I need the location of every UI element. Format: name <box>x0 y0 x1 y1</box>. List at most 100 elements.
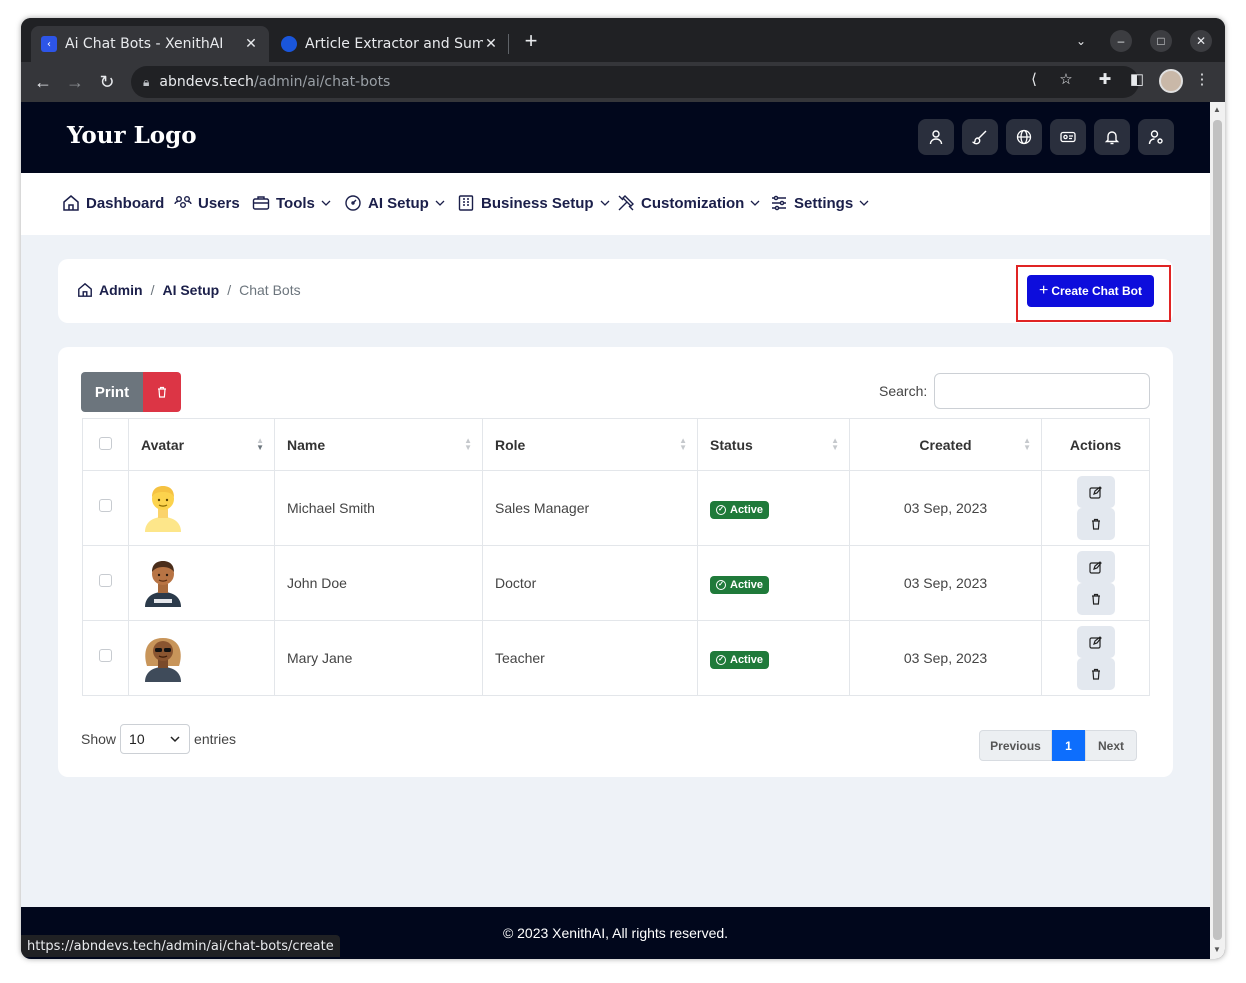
address-bar[interactable]: 🔒︎ abndevs.tech/admin/ai/chat-bots <box>131 66 1139 98</box>
row-checkbox[interactable] <box>99 499 112 512</box>
user-settings-icon[interactable] <box>1138 119 1174 155</box>
site-logo[interactable]: Your Logo <box>67 122 197 149</box>
column-header-avatar[interactable]: Avatar ▲ ▼ <box>128 418 275 471</box>
paint-brush-icon[interactable] <box>962 119 998 155</box>
page-length-select[interactable]: 10 <box>120 724 191 754</box>
trash-icon <box>158 386 166 398</box>
bell-icon[interactable] <box>1094 119 1130 155</box>
xenith-favicon-icon: ‹ <box>41 36 57 52</box>
scroll-up-icon[interactable]: ▲ <box>1213 105 1221 114</box>
delete-button[interactable] <box>1076 508 1115 540</box>
column-header-name[interactable]: Name ▲ ▼ <box>274 418 483 471</box>
nav-label: Tools <box>276 194 315 212</box>
delete-button[interactable] <box>1076 583 1115 615</box>
url-path: /admin/ai/chat-bots <box>253 74 391 90</box>
gauge-icon <box>345 195 361 211</box>
breadcrumb-separator: / <box>150 282 155 298</box>
status-text: Active <box>730 653 764 666</box>
show-label: Show <box>81 731 117 747</box>
user-icon[interactable] <box>918 119 954 155</box>
chevron-down-icon <box>170 736 180 743</box>
column-label: Avatar <box>141 436 185 453</box>
globe-icon[interactable] <box>1006 119 1042 155</box>
row-checkbox[interactable] <box>99 649 112 662</box>
select-all-checkbox[interactable] <box>99 436 112 450</box>
nav-label: Business Setup <box>481 194 594 212</box>
chevron-down-icon <box>750 200 760 206</box>
close-window-icon[interactable]: ✕ <box>1190 30 1212 52</box>
chat-bots-table: Avatar ▲ ▼ Name ▲ ▼ Role ▲ ▼ Status ▲ ▼ Created ▲… <box>82 418 1150 696</box>
edit-button[interactable] <box>1076 626 1115 658</box>
nav-users[interactable]: Users <box>174 194 240 212</box>
page-1-button[interactable]: 1 <box>1052 730 1085 761</box>
bookmark-star-icon[interactable]: ☆ <box>1055 70 1077 88</box>
actions-cell <box>1041 545 1150 621</box>
row-select-cell <box>82 470 129 546</box>
nav-dashboard[interactable]: Dashboard <box>62 194 164 212</box>
profile-avatar[interactable] <box>1159 69 1183 93</box>
page-scrollbar[interactable]: ▲ ▼ <box>1210 102 1225 959</box>
menu-kebab-icon[interactable]: ⋮ <box>1191 70 1213 88</box>
sort-icon: ▲ ▼ <box>256 436 264 452</box>
row-checkbox[interactable] <box>99 574 112 587</box>
nav-customization[interactable]: Customization <box>617 194 761 212</box>
minimize-icon[interactable]: – <box>1110 30 1132 52</box>
breadcrumb-current: Chat Bots <box>239 282 301 298</box>
column-header-created[interactable]: Created ▲ ▼ <box>849 418 1042 471</box>
share-icon[interactable]: ⟨ <box>1023 70 1045 88</box>
breadcrumb-ai-setup[interactable]: AI Setup <box>162 282 219 298</box>
pagination: Previous 1 Next <box>979 730 1137 761</box>
edit-button[interactable] <box>1076 551 1115 583</box>
avatar-cell <box>128 545 275 621</box>
edit-button[interactable] <box>1076 476 1115 508</box>
tab-search-icon[interactable]: ⌄ <box>1070 30 1092 52</box>
nav-label: Customization <box>641 194 745 212</box>
main-nav: Dashboard Users Tools AI Setup Business … <box>21 173 1210 235</box>
next-page-button[interactable]: Next <box>1085 730 1137 761</box>
sliders-icon <box>772 195 786 211</box>
bulk-delete-button[interactable] <box>143 372 181 412</box>
column-label: Role <box>495 436 526 453</box>
breadcrumb-admin[interactable]: Admin <box>99 282 143 298</box>
id-card-icon[interactable] <box>1050 119 1086 155</box>
print-button[interactable]: Print <box>81 372 143 412</box>
nav-settings[interactable]: Settings <box>770 194 870 212</box>
chevron-down-icon <box>600 200 609 206</box>
man-avatar <box>145 560 181 607</box>
delete-button[interactable] <box>1076 658 1115 690</box>
close-tab-icon[interactable]: ✕ <box>243 36 259 52</box>
sort-icon: ▲ ▼ <box>831 436 839 452</box>
scroll-down-icon[interactable]: ▼ <box>1213 945 1221 954</box>
scroll-thumb[interactable] <box>1213 120 1222 940</box>
create-button-label: Create Chat Bot <box>1051 284 1143 298</box>
maximize-icon[interactable]: □ <box>1150 30 1172 52</box>
tab-title: Article Extractor and Sum <box>305 36 483 52</box>
tab-chat-bots[interactable]: ‹ Ai Chat Bots - XenithAI ✕ <box>31 26 269 62</box>
nav-business-setup[interactable]: Business Setup <box>457 194 611 212</box>
forward-icon[interactable]: → <box>63 70 87 94</box>
new-tab-icon[interactable]: + <box>519 30 543 54</box>
previous-page-button[interactable]: Previous <box>979 730 1052 761</box>
home-icon[interactable] <box>77 282 93 298</box>
page-length-value: 10 <box>129 731 145 747</box>
back-icon[interactable]: ← <box>31 70 55 94</box>
status-badge: ✓ Active <box>710 650 770 669</box>
column-header-role[interactable]: Role ▲ ▼ <box>482 418 698 471</box>
name-cell: John Doe <box>274 545 483 621</box>
link-status-bar: https://abndevs.tech/admin/ai/chat-bots/… <box>21 935 340 957</box>
role-cell: Sales Manager <box>482 470 698 546</box>
search-input[interactable] <box>934 373 1150 409</box>
trash-icon <box>1091 518 1100 530</box>
create-chat-bot-button[interactable]: + Create Chat Bot <box>1027 275 1154 307</box>
column-header-status[interactable]: Status ▲ ▼ <box>697 418 850 471</box>
side-panel-icon[interactable]: ◧ <box>1126 70 1148 88</box>
close-tab-icon[interactable]: ✕ <box>483 36 499 52</box>
nav-tools[interactable]: Tools <box>252 194 332 212</box>
select-all-header <box>82 418 129 471</box>
nav-ai-setup[interactable]: AI Setup <box>344 194 446 212</box>
name-cell: Mary Jane <box>274 620 483 696</box>
extensions-icon[interactable]: ✚ <box>1094 70 1116 88</box>
tab-article-extractor[interactable]: Article Extractor and Sum ✕ <box>271 26 509 62</box>
table-row: John Doe Doctor ✓ Active 03 Sep, 2023 <box>82 545 1150 621</box>
reload-icon[interactable]: ↻ <box>95 70 119 94</box>
